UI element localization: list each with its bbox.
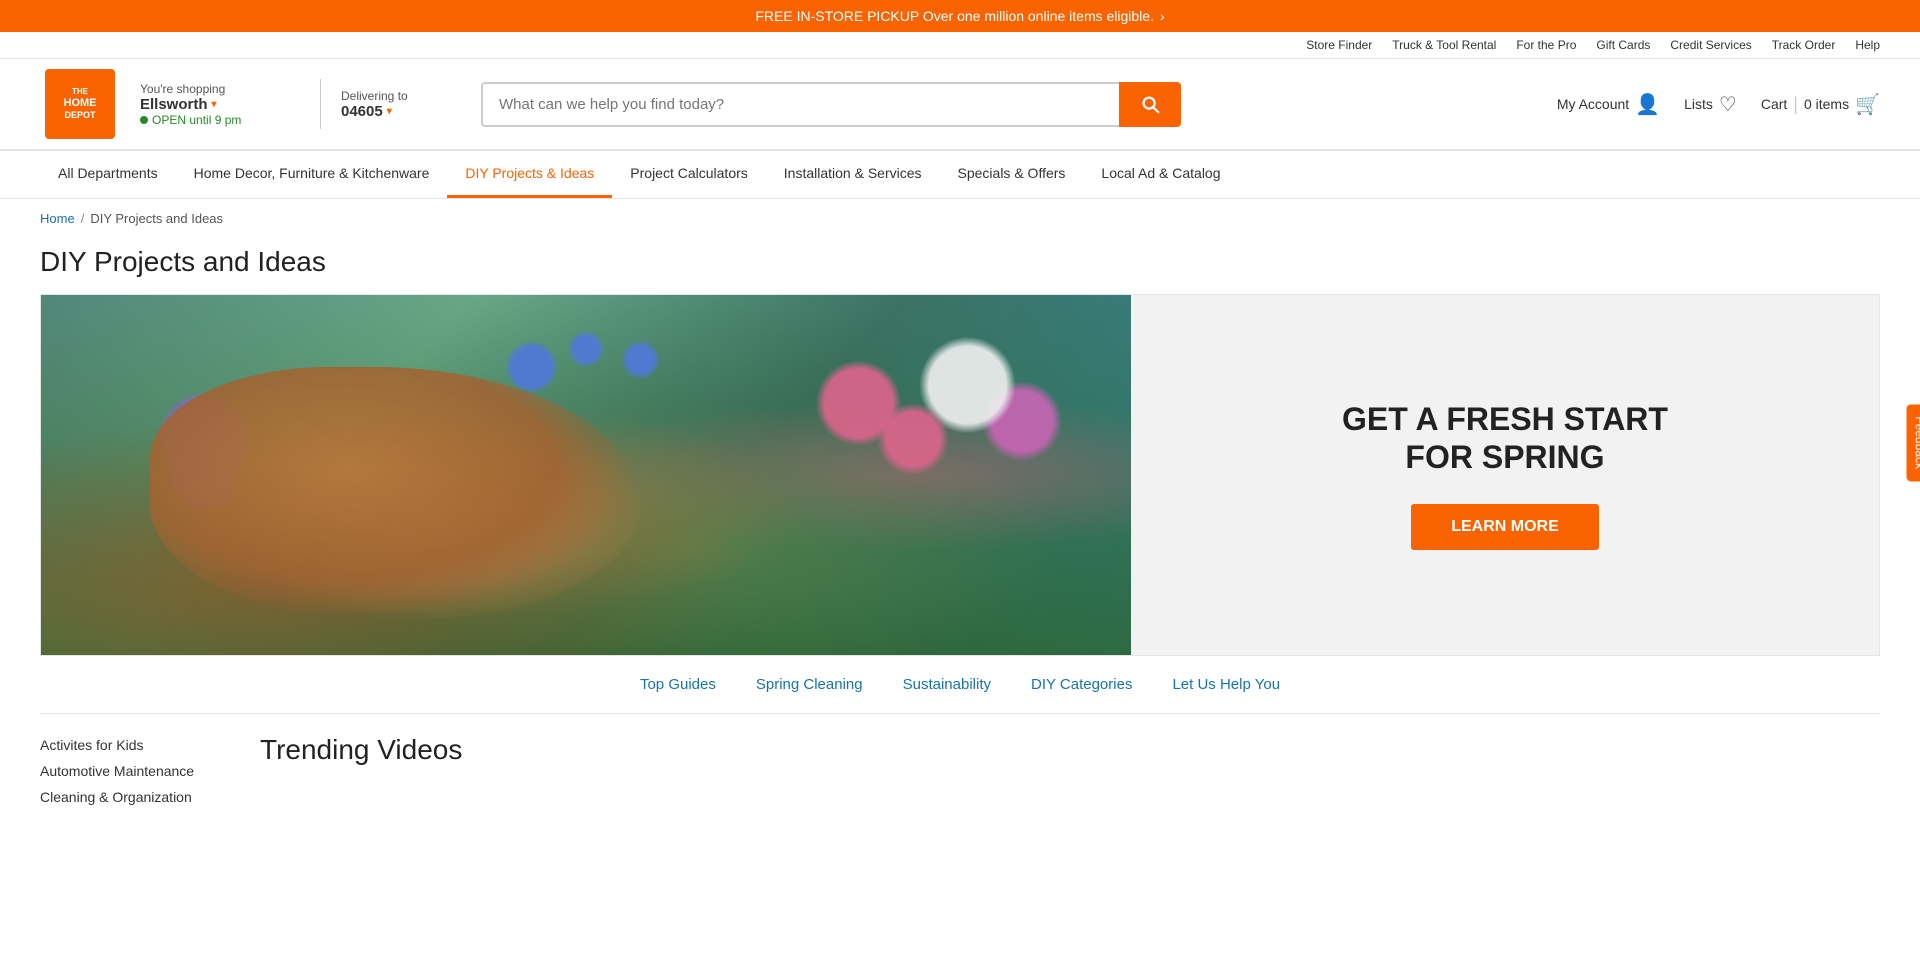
utility-nav-store-finder[interactable]: Store Finder bbox=[1306, 38, 1372, 52]
top-banner-arrow: › bbox=[1160, 8, 1165, 24]
nav-local-ad[interactable]: Local Ad & Catalog bbox=[1083, 151, 1238, 198]
nav-project-calculators[interactable]: Project Calculators bbox=[612, 151, 766, 198]
shopping-label: You're shopping bbox=[140, 82, 300, 96]
search-input[interactable] bbox=[481, 82, 1119, 127]
main-nav: All Departments Home Decor, Furniture & … bbox=[0, 151, 1920, 199]
search-container bbox=[481, 82, 1181, 127]
sidebar-item-activities-kids[interactable]: Activites for Kids bbox=[40, 734, 220, 756]
open-status: OPEN until 9 pm bbox=[140, 113, 300, 127]
store-info: You're shopping Ellsworth ▾ OPEN until 9… bbox=[140, 82, 300, 127]
cart-link[interactable]: Cart | 0 items 🛒 bbox=[1761, 92, 1880, 117]
subnav-let-us-help[interactable]: Let Us Help You bbox=[1172, 676, 1280, 693]
logo[interactable]: THE HOME DEPOT bbox=[40, 69, 120, 139]
hero-image bbox=[41, 295, 1131, 655]
zip-chevron-icon: ▾ bbox=[387, 106, 392, 117]
breadcrumb-current: DIY Projects and Ideas bbox=[90, 211, 223, 226]
utility-nav-for-pro[interactable]: For the Pro bbox=[1516, 38, 1576, 52]
cart-icon: 🛒 bbox=[1855, 92, 1880, 117]
subnav-spring-cleaning[interactable]: Spring Cleaning bbox=[756, 676, 863, 693]
cart-count: 0 items bbox=[1804, 96, 1849, 112]
header-actions: My Account 👤 Lists ♡ Cart | 0 items 🛒 bbox=[1557, 92, 1880, 117]
delivery-info: Delivering to 04605 ▾ bbox=[341, 89, 461, 120]
top-banner[interactable]: FREE IN-STORE PICKUP Over one million on… bbox=[0, 0, 1920, 32]
breadcrumb-separator: / bbox=[81, 211, 85, 226]
nav-installation-services[interactable]: Installation & Services bbox=[766, 151, 940, 198]
content-area: Activites for Kids Automotive Maintenanc… bbox=[0, 714, 1920, 828]
sidebar-item-automotive[interactable]: Automotive Maintenance bbox=[40, 760, 220, 782]
utility-nav: Store Finder Truck & Tool Rental For the… bbox=[0, 32, 1920, 59]
logo-box: THE HOME DEPOT bbox=[45, 69, 115, 139]
hero-section: GET A FRESH STARTFOR SPRING Learn More bbox=[40, 294, 1880, 656]
main-header: THE HOME DEPOT You're shopping Ellsworth… bbox=[0, 59, 1920, 151]
utility-nav-help[interactable]: Help bbox=[1855, 38, 1880, 52]
hero-cta: GET A FRESH STARTFOR SPRING Learn More bbox=[1131, 295, 1879, 655]
utility-nav-track-order[interactable]: Track Order bbox=[1772, 38, 1836, 52]
sidebar: Activites for Kids Automotive Maintenanc… bbox=[40, 734, 220, 808]
logo-text: THE HOME DEPOT bbox=[64, 87, 97, 121]
subnav-sustainability[interactable]: Sustainability bbox=[903, 676, 991, 693]
delivering-label: Delivering to bbox=[341, 89, 461, 103]
breadcrumb: Home / DIY Projects and Ideas bbox=[0, 199, 1920, 238]
cart-label: Cart bbox=[1761, 96, 1787, 112]
page-title: DIY Projects and Ideas bbox=[0, 238, 1920, 294]
utility-nav-credit-services[interactable]: Credit Services bbox=[1670, 38, 1751, 52]
open-dot-icon bbox=[140, 116, 148, 124]
main-content: Trending Videos bbox=[260, 734, 1880, 808]
hero-cta-title: GET A FRESH STARTFOR SPRING bbox=[1342, 400, 1668, 477]
subnav-diy-categories[interactable]: DIY Categories bbox=[1031, 676, 1132, 693]
lists-label: Lists bbox=[1684, 96, 1713, 112]
zip-code[interactable]: 04605 ▾ bbox=[341, 103, 461, 120]
subnav-top-guides[interactable]: Top Guides bbox=[640, 676, 716, 693]
lists-link[interactable]: Lists ♡ bbox=[1684, 92, 1737, 117]
nav-all-departments[interactable]: All Departments bbox=[40, 151, 176, 198]
search-button[interactable] bbox=[1119, 82, 1181, 127]
hero-learn-more-button[interactable]: Learn More bbox=[1411, 504, 1599, 550]
nav-specials-offers[interactable]: Specials & Offers bbox=[940, 151, 1084, 198]
feedback-tab[interactable]: Feedback bbox=[1907, 404, 1920, 481]
store-chevron-icon: ▾ bbox=[212, 99, 217, 110]
trending-title: Trending Videos bbox=[260, 734, 1880, 766]
sidebar-item-cleaning[interactable]: Cleaning & Organization bbox=[40, 786, 220, 808]
cart-separator: | bbox=[1793, 94, 1798, 115]
heart-icon: ♡ bbox=[1719, 92, 1737, 117]
sub-nav: Top Guides Spring Cleaning Sustainabilit… bbox=[40, 656, 1880, 714]
header-divider bbox=[320, 79, 321, 129]
top-banner-text: FREE IN-STORE PICKUP Over one million on… bbox=[755, 8, 1154, 24]
nav-home-decor[interactable]: Home Decor, Furniture & Kitchenware bbox=[176, 151, 448, 198]
my-account-link[interactable]: My Account 👤 bbox=[1557, 92, 1660, 117]
utility-nav-gift-cards[interactable]: Gift Cards bbox=[1596, 38, 1650, 52]
store-name[interactable]: Ellsworth ▾ bbox=[140, 96, 300, 113]
my-account-label: My Account bbox=[1557, 96, 1629, 112]
nav-diy-projects[interactable]: DIY Projects & Ideas bbox=[447, 151, 612, 198]
search-icon bbox=[1139, 93, 1161, 115]
account-icon: 👤 bbox=[1635, 92, 1660, 117]
utility-nav-truck-rental[interactable]: Truck & Tool Rental bbox=[1392, 38, 1496, 52]
breadcrumb-home[interactable]: Home bbox=[40, 211, 75, 226]
